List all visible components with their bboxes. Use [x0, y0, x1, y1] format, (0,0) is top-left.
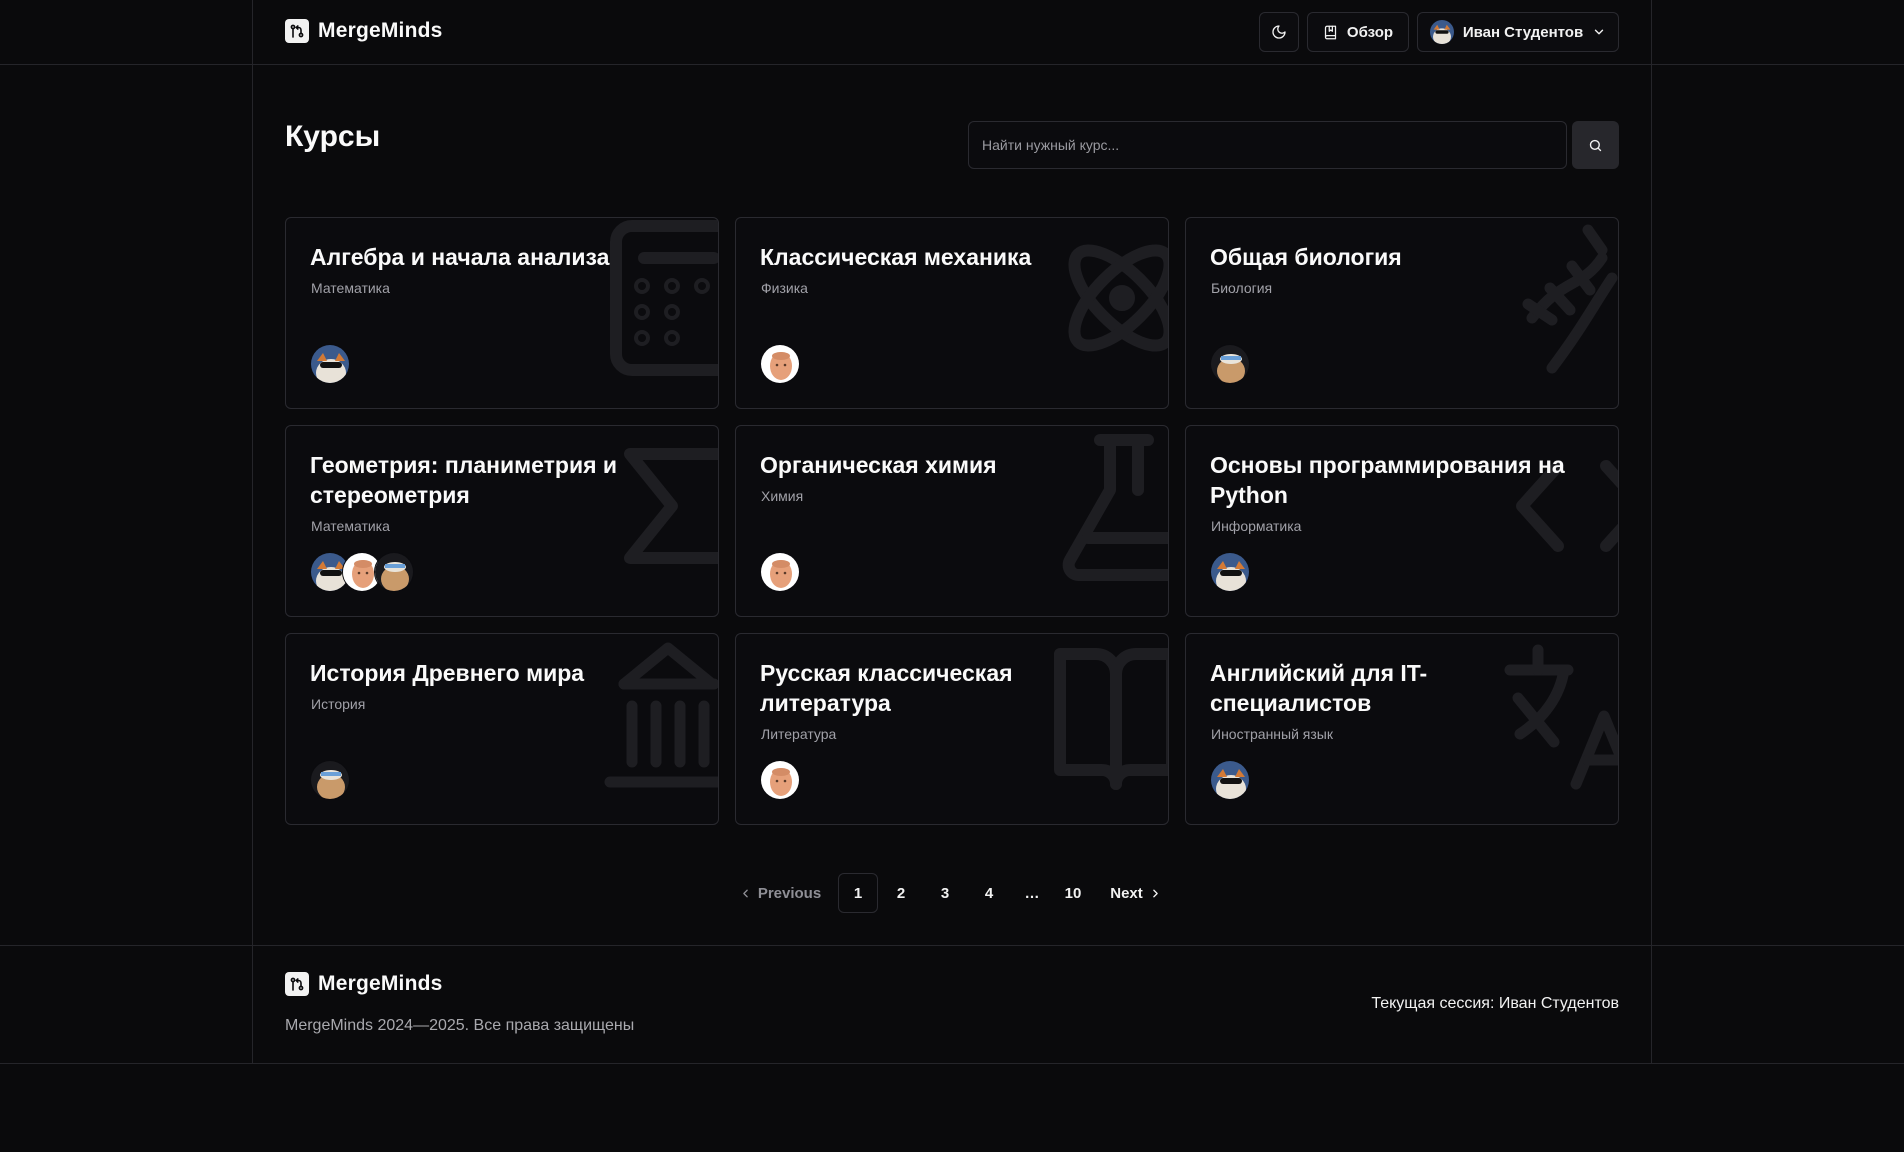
course-card[interactable]: Классическая механика Физика	[735, 217, 1169, 409]
current-session-text: Текущая сессия: Иван Студентов	[1371, 995, 1619, 1012]
course-title: Русская классическая литература	[760, 660, 1013, 716]
overview-label: Обзор	[1346, 23, 1394, 41]
teacher-avatars	[310, 552, 414, 592]
user-name: Иван Студентов	[1462, 23, 1584, 41]
course-title: Основы программирования на Python	[1210, 452, 1565, 508]
course-card[interactable]: Английский для IT-специалистов Иностранн…	[1185, 633, 1619, 825]
course-title: Органическая химия	[760, 452, 997, 478]
search-icon	[1589, 139, 1602, 151]
course-title: Общая биология	[1210, 244, 1402, 270]
course-title: Геометрия: планиметрия и стереометрия	[310, 452, 618, 508]
teacher-avatars	[1210, 344, 1250, 384]
page-10-button[interactable]: 10	[1053, 873, 1093, 913]
course-category: Математика	[311, 518, 390, 534]
page-3-button[interactable]: 3	[925, 873, 965, 913]
teacher-avatar	[760, 344, 800, 384]
course-card[interactable]: Общая биология Биология	[1185, 217, 1619, 409]
moon-icon	[1272, 25, 1286, 39]
theme-toggle-button[interactable]	[1259, 12, 1299, 52]
course-card[interactable]: Органическая химия Химия	[735, 425, 1169, 617]
pagination-ellipsis: …	[1024, 884, 1040, 902]
teacher-avatar	[310, 344, 350, 384]
user-menu-button[interactable]: Иван Студентов	[1417, 12, 1619, 52]
teacher-avatar	[760, 552, 800, 592]
course-title: Классическая механика	[760, 244, 1032, 270]
footer-brand-name: MergeMinds	[318, 972, 443, 995]
footer-bottom-divider	[0, 1063, 1904, 1064]
teacher-avatar	[1210, 344, 1250, 384]
merge-icon	[285, 972, 309, 996]
previous-label: Previous	[757, 884, 822, 902]
teacher-avatars	[310, 760, 350, 800]
course-card[interactable]: Алгебра и начала анализа Математика	[285, 217, 719, 409]
book-marked-icon	[1324, 25, 1337, 39]
teacher-avatars	[760, 344, 800, 384]
course-title: Английский для IT-специалистов	[1210, 660, 1428, 716]
header-divider	[0, 64, 1904, 65]
course-card[interactable]: Русская классическая литература Литерату…	[735, 633, 1169, 825]
brand-logo[interactable]: MergeMinds	[285, 19, 443, 43]
previous-page-button[interactable]: Previous	[736, 873, 824, 913]
teacher-avatar	[374, 552, 414, 592]
teacher-avatar	[1210, 760, 1250, 800]
course-category: История	[311, 696, 366, 712]
chevron-down-icon	[1594, 29, 1604, 35]
course-category: Биология	[1211, 280, 1273, 296]
next-label: Next	[1110, 884, 1143, 902]
footer-top-divider	[0, 945, 1904, 946]
copyright-text: MergeMinds 2024—2025. Все права защищены	[285, 1017, 635, 1034]
course-card[interactable]: Геометрия: планиметрия и стереометрия Ма…	[285, 425, 719, 617]
user-avatar	[1429, 20, 1454, 44]
site-header: MergeMinds Обзор Иван Студентов	[252, 0, 1652, 64]
course-category: Химия	[761, 488, 804, 504]
overview-button[interactable]: Обзор	[1307, 12, 1409, 52]
course-search-input[interactable]	[968, 121, 1567, 169]
course-title: История Древнего мира	[310, 660, 585, 686]
teacher-avatars	[1210, 552, 1250, 592]
page-4-button[interactable]: 4	[969, 873, 1009, 913]
next-page-button[interactable]: Next	[1105, 873, 1167, 913]
teacher-avatar	[1210, 552, 1250, 592]
course-category: Физика	[761, 280, 808, 296]
course-card[interactable]: Основы программирования на Python Информ…	[1185, 425, 1619, 617]
brand-name: MergeMinds	[318, 19, 443, 42]
page-1-button[interactable]: 1	[838, 873, 878, 913]
chevron-right-icon	[1152, 889, 1158, 897]
page-2-button[interactable]: 2	[881, 873, 921, 913]
course-category: Информатика	[1211, 518, 1302, 534]
teacher-avatars	[310, 344, 350, 384]
course-category: Математика	[311, 280, 390, 296]
course-card[interactable]: История Древнего мира История	[285, 633, 719, 825]
merge-icon	[285, 19, 309, 43]
teacher-avatars	[760, 552, 800, 592]
course-category: Литература	[761, 726, 837, 742]
chevron-left-icon	[743, 889, 748, 897]
footer-brand-logo[interactable]: MergeMinds	[285, 972, 443, 996]
page-title: Курсы	[285, 120, 381, 153]
course-title: Алгебра и начала анализа	[310, 244, 610, 270]
course-category: Иностранный язык	[1211, 726, 1333, 742]
teacher-avatar	[760, 760, 800, 800]
teacher-avatar	[310, 760, 350, 800]
teacher-avatars	[1210, 760, 1250, 800]
search-button[interactable]	[1572, 121, 1619, 169]
teacher-avatars	[760, 760, 800, 800]
pagination: Previous 1 2 3 4 … 10 Next	[0, 873, 1904, 913]
